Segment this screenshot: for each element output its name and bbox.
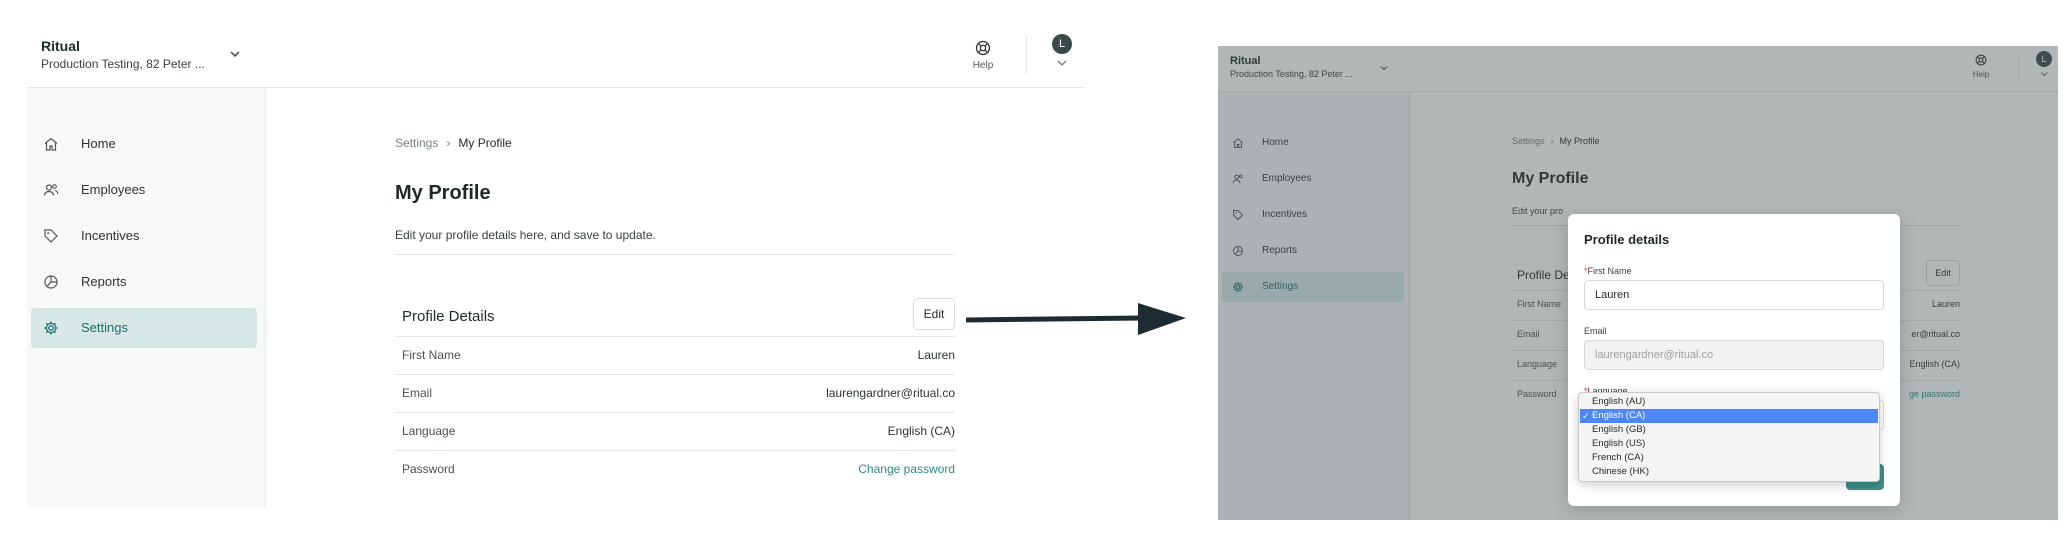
language-dropdown-list: English (AU) ✓ English (CA) English (GB) … bbox=[1578, 392, 1880, 482]
email-field: laurengardner@ritual.co bbox=[1584, 340, 1884, 370]
avatar[interactable]: L bbox=[1052, 34, 1072, 54]
sidebar-item-label: Settings bbox=[81, 320, 128, 335]
sidebar-item-reports[interactable]: Reports bbox=[31, 262, 257, 302]
main-content: Settings › My Profile My Profile Edit your… bbox=[395, 136, 955, 476]
gear-icon bbox=[44, 321, 58, 335]
sidebar-nav: Home Employees Incentives Reports Settin… bbox=[31, 124, 257, 354]
chevron-down-icon[interactable] bbox=[227, 46, 243, 62]
detail-row-language: Language English (CA) bbox=[395, 412, 955, 450]
language-option[interactable]: English (US) bbox=[1580, 437, 1878, 451]
email-label: Email bbox=[1584, 326, 1607, 336]
transition-arrow-icon bbox=[966, 303, 1186, 335]
org-location: Production Testing, 82 Peter ... bbox=[41, 57, 205, 71]
row-label: Password bbox=[402, 462, 455, 476]
profile-screen-before: Ritual Production Testing, 82 Peter ... … bbox=[27, 24, 1085, 508]
org-switcher[interactable]: Ritual Production Testing, 82 Peter ... bbox=[27, 24, 266, 88]
top-bar: Help L bbox=[266, 24, 1085, 88]
sidebar-item-label: Incentives bbox=[81, 228, 140, 243]
check-icon: ✓ bbox=[1582, 411, 1590, 421]
first-name-label-text: First Name bbox=[1587, 266, 1632, 276]
home-icon bbox=[44, 137, 58, 151]
lifebuoy-icon bbox=[975, 40, 991, 56]
first-name-input[interactable]: Lauren bbox=[1584, 280, 1884, 310]
topbar-divider bbox=[1026, 36, 1027, 74]
org-name: Ritual bbox=[41, 38, 80, 54]
help-label: Help bbox=[972, 60, 994, 71]
breadcrumb: Settings › My Profile bbox=[395, 136, 955, 152]
language-option-selected[interactable]: ✓ English (CA) bbox=[1580, 409, 1878, 423]
language-option[interactable]: English (GB) bbox=[1580, 423, 1878, 437]
tag-icon bbox=[44, 229, 58, 243]
sidebar-item-label: Employees bbox=[81, 182, 146, 197]
sidebar-item-label: Home bbox=[81, 136, 116, 151]
chevron-down-icon[interactable] bbox=[1056, 58, 1068, 68]
sidebar-item-label: Reports bbox=[81, 274, 127, 289]
detail-row-first-name: First Name Lauren bbox=[395, 336, 955, 374]
breadcrumb-current: My Profile bbox=[458, 136, 512, 150]
sidebar-item-employees[interactable]: Employees bbox=[31, 170, 257, 210]
detail-row-password: Password Change password bbox=[395, 450, 955, 488]
page-subtitle: Edit your profile details here, and save… bbox=[395, 228, 656, 242]
sidebar: Ritual Production Testing, 82 Peter ... … bbox=[27, 24, 266, 508]
breadcrumb-separator: › bbox=[446, 136, 451, 150]
card-title: Profile Details bbox=[402, 308, 495, 325]
divider bbox=[395, 254, 955, 255]
sidebar-item-incentives[interactable]: Incentives bbox=[31, 216, 257, 256]
first-name-label: *First Name bbox=[1584, 266, 1632, 276]
language-option[interactable]: English (AU) bbox=[1580, 395, 1878, 409]
page-title: My Profile bbox=[395, 182, 491, 204]
edit-button[interactable]: Edit bbox=[913, 298, 955, 330]
pie-chart-icon bbox=[44, 275, 58, 289]
users-icon bbox=[43, 184, 59, 196]
row-value: Lauren bbox=[917, 348, 955, 362]
language-option-label: English (CA) bbox=[1592, 410, 1646, 421]
row-value: laurengardner@ritual.co bbox=[826, 386, 955, 400]
sidebar-item-home[interactable]: Home bbox=[31, 124, 257, 164]
row-label: Language bbox=[402, 424, 456, 438]
row-label: Email bbox=[402, 386, 433, 400]
detail-row-email: Email laurengardner@ritual.co bbox=[395, 374, 955, 412]
help-button[interactable]: Help bbox=[963, 34, 1003, 74]
row-label: First Name bbox=[402, 348, 461, 362]
language-option[interactable]: French (CA) bbox=[1580, 451, 1878, 465]
modal-title: Profile details bbox=[1584, 232, 1670, 247]
profile-screen-after: Ritual Production Testing, 82 Peter ... … bbox=[1218, 46, 2058, 520]
sidebar-item-settings[interactable]: Settings bbox=[31, 308, 257, 348]
change-password-link[interactable]: Change password bbox=[858, 462, 955, 476]
row-value: English (CA) bbox=[887, 424, 955, 438]
breadcrumb-settings[interactable]: Settings bbox=[395, 136, 438, 150]
language-option[interactable]: Chinese (HK) bbox=[1580, 465, 1878, 479]
